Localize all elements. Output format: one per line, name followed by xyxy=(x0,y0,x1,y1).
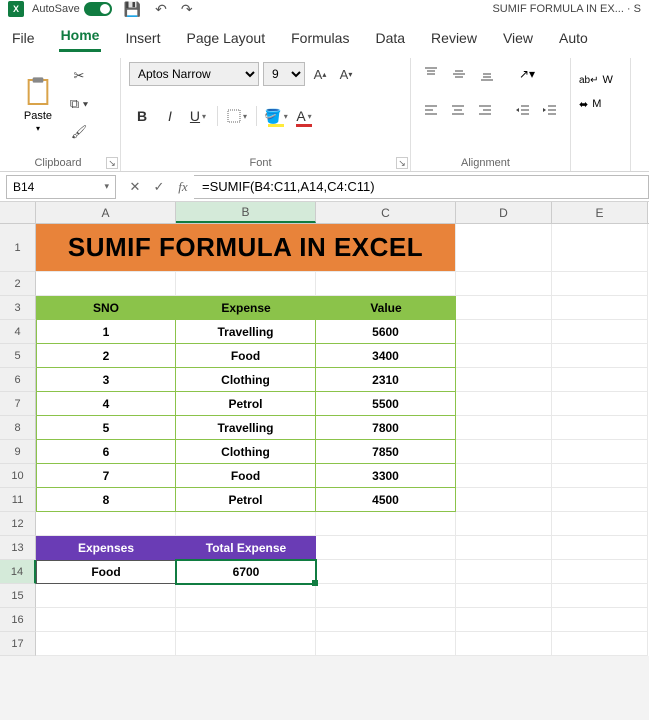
group-clipboard: Paste ▾ ✂ ⧉ ▾ 🖌 Clipboard ↘ xyxy=(6,58,121,171)
undo-icon[interactable]: ↶ xyxy=(155,1,167,18)
group-alignment: ↗▾ Alignment xyxy=(411,58,571,171)
cut-button[interactable]: ✂ xyxy=(66,66,92,86)
paste-button[interactable]: Paste ▾ xyxy=(14,60,62,148)
table-row[interactable]: 1 xyxy=(36,320,176,344)
clipboard-launcher[interactable]: ↘ xyxy=(106,157,118,169)
table-row[interactable]: 7 xyxy=(36,464,176,488)
tab-review[interactable]: Review xyxy=(429,24,479,52)
tab-formulas[interactable]: Formulas xyxy=(289,24,351,52)
align-left-button[interactable] xyxy=(419,99,442,121)
col-header-b[interactable]: B xyxy=(176,202,316,223)
select-all-corner[interactable] xyxy=(0,202,36,223)
table-row[interactable]: Petrol xyxy=(176,392,316,416)
borders-button[interactable] xyxy=(224,103,250,129)
save-icon[interactable]: 💾 xyxy=(124,1,141,18)
font-color-button[interactable]: A xyxy=(291,103,317,129)
title-cell[interactable]: SUMIF FORMULA IN EXCEL xyxy=(36,224,456,272)
table-row[interactable]: 6 xyxy=(36,440,176,464)
bold-button[interactable]: B xyxy=(129,103,155,129)
table-row[interactable]: 7850 xyxy=(316,440,456,464)
table-row[interactable]: Food xyxy=(176,464,316,488)
tab-file[interactable]: File xyxy=(10,24,37,52)
header-expense[interactable]: Expense xyxy=(176,296,316,320)
align-center-button[interactable] xyxy=(446,99,469,121)
table-row[interactable]: 8 xyxy=(36,488,176,512)
italic-button[interactable]: I xyxy=(157,103,183,129)
table-row[interactable]: 3 xyxy=(36,368,176,392)
font-size-select[interactable]: 9 xyxy=(263,62,305,86)
document-title: SUMIF FORMULA IN EX... · S xyxy=(492,3,641,15)
align-right-button[interactable] xyxy=(473,99,496,121)
align-bottom-button[interactable] xyxy=(475,63,499,85)
fill-color-button[interactable]: 🪣 xyxy=(263,103,289,129)
table-row[interactable]: Travelling xyxy=(176,416,316,440)
autosave-toggle[interactable] xyxy=(84,2,112,16)
header-sno[interactable]: SNO xyxy=(36,296,176,320)
table-row[interactable]: 2310 xyxy=(316,368,456,392)
menu-bar: File Home Insert Page Layout Formulas Da… xyxy=(0,18,649,52)
underline-button[interactable]: U xyxy=(185,103,211,129)
col-header-d[interactable]: D xyxy=(456,202,552,223)
tab-view[interactable]: View xyxy=(501,24,535,52)
table-row[interactable]: 5600 xyxy=(316,320,456,344)
merge-button[interactable]: ⬌M xyxy=(579,92,622,116)
table-row[interactable]: Clothing xyxy=(176,440,316,464)
header-value[interactable]: Value xyxy=(316,296,456,320)
table-row[interactable]: Clothing xyxy=(176,368,316,392)
font-name-select[interactable]: Aptos Narrow xyxy=(129,62,259,86)
autosave-label: AutoSave xyxy=(32,3,80,15)
group-font: Aptos Narrow 9 A▴ A▾ B I U 🪣 A Font ↘ xyxy=(121,58,411,171)
decrease-font-button[interactable]: A▾ xyxy=(335,63,357,85)
table-row[interactable]: 4500 xyxy=(316,488,456,512)
format-painter-button[interactable]: 🖌 xyxy=(66,122,92,142)
group-wrap: ab↵W ⬌M xyxy=(571,58,631,171)
cancel-formula-button[interactable]: ✕ xyxy=(124,176,146,198)
summary-header-total[interactable]: Total Expense xyxy=(176,536,316,560)
formula-input[interactable]: =SUMIF(B4:C11,A14,C4:C11) xyxy=(194,175,649,199)
tab-automate[interactable]: Auto xyxy=(557,24,590,52)
copy-button[interactable]: ⧉ ▾ xyxy=(66,94,92,114)
table-row[interactable]: 5500 xyxy=(316,392,456,416)
name-box[interactable]: B14▾ xyxy=(6,175,116,199)
row-header[interactable]: 1 xyxy=(0,224,36,272)
align-top-button[interactable] xyxy=(419,63,443,85)
summary-expense[interactable]: Food xyxy=(36,560,176,584)
formula-bar: B14▾ ✕ ✓ fx =SUMIF(B4:C11,A14,C4:C11) xyxy=(0,172,649,202)
table-row[interactable]: 4 xyxy=(36,392,176,416)
table-row[interactable]: 3400 xyxy=(316,344,456,368)
table-row[interactable]: Travelling xyxy=(176,320,316,344)
spreadsheet-grid[interactable]: 1 SUMIF FORMULA IN EXCEL 2 3 SNO Expense… xyxy=(0,224,649,656)
table-row[interactable]: 3300 xyxy=(316,464,456,488)
col-header-e[interactable]: E xyxy=(552,202,648,223)
font-launcher[interactable]: ↘ xyxy=(396,157,408,169)
table-row[interactable]: Petrol xyxy=(176,488,316,512)
column-headers: A B C D E xyxy=(0,202,649,224)
col-header-c[interactable]: C xyxy=(316,202,456,223)
align-middle-button[interactable] xyxy=(447,63,471,85)
wrap-text-button[interactable]: ab↵W xyxy=(579,68,622,92)
excel-icon: X xyxy=(8,1,24,17)
tab-data[interactable]: Data xyxy=(373,24,407,52)
title-bar: X AutoSave 💾 ↶ ↷ SUMIF FORMULA IN EX... … xyxy=(0,0,649,18)
tab-home[interactable]: Home xyxy=(59,21,102,52)
active-cell-b14[interactable]: 6700 xyxy=(176,560,316,584)
increase-indent-button[interactable] xyxy=(539,99,562,121)
tab-page-layout[interactable]: Page Layout xyxy=(184,24,267,52)
ribbon: Paste ▾ ✂ ⧉ ▾ 🖌 Clipboard ↘ Aptos Narrow… xyxy=(0,52,649,172)
orientation-button[interactable]: ↗▾ xyxy=(515,63,539,85)
table-row[interactable]: 7800 xyxy=(316,416,456,440)
tab-insert[interactable]: Insert xyxy=(123,24,162,52)
summary-header-expenses[interactable]: Expenses xyxy=(36,536,176,560)
insert-function-button[interactable]: fx xyxy=(172,176,194,198)
table-row[interactable]: 5 xyxy=(36,416,176,440)
enter-formula-button[interactable]: ✓ xyxy=(148,176,170,198)
table-row[interactable]: 2 xyxy=(36,344,176,368)
redo-icon[interactable]: ↷ xyxy=(181,1,193,18)
table-row[interactable]: Food xyxy=(176,344,316,368)
increase-font-button[interactable]: A▴ xyxy=(309,63,331,85)
decrease-indent-button[interactable] xyxy=(512,99,535,121)
col-header-a[interactable]: A xyxy=(36,202,176,223)
